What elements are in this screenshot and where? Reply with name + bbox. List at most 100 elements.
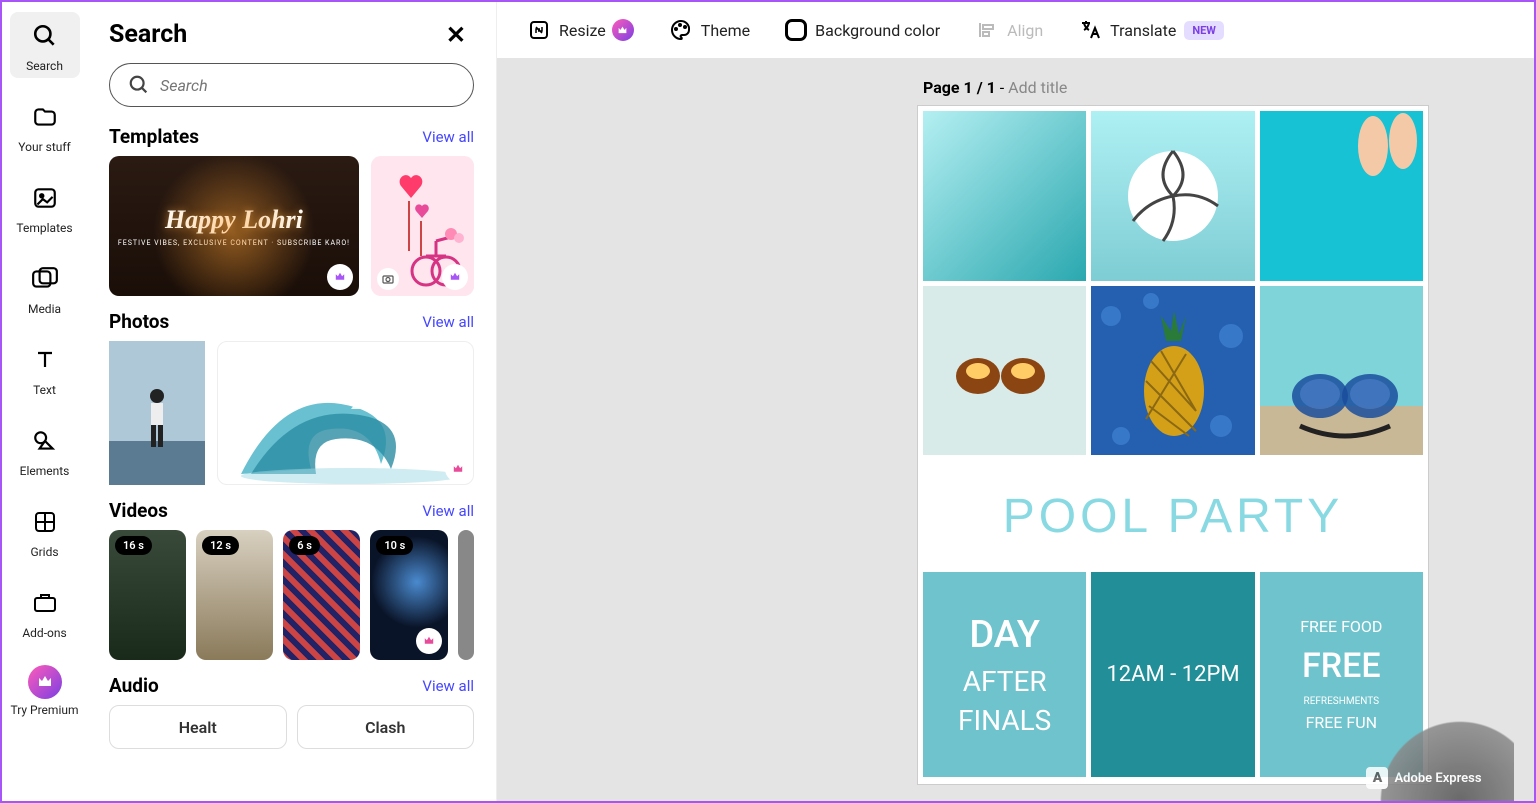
photos-heading: Photos [109, 310, 169, 333]
rail-media-label: Media [28, 302, 61, 316]
rail-grids[interactable]: Grids [10, 498, 80, 564]
resize-label: Resize [559, 21, 606, 40]
video-duration: 10 s [376, 536, 413, 555]
rail-elements-label: Elements [20, 464, 70, 478]
photo-card-skater[interactable] [109, 341, 205, 485]
elements-icon [26, 422, 64, 460]
rail-text-label: Text [33, 383, 56, 397]
poster-col-3[interactable]: FREE FOOD FREE REFRESHMENTS FREE FUN [1260, 572, 1423, 777]
photo-card-wave[interactable] [217, 341, 474, 485]
new-badge: NEW [1184, 21, 1224, 40]
page-title-placeholder: Add title [1008, 78, 1067, 97]
search-input-box[interactable] [109, 63, 474, 107]
rail-templates[interactable]: Templates [10, 174, 80, 240]
poster-col-2[interactable]: 12AM - 12PM [1091, 572, 1254, 777]
rail-premium-label: Try Premium [10, 703, 78, 717]
template-card-pink[interactable] [371, 156, 474, 296]
rail-premium[interactable]: Try Premium [10, 660, 80, 722]
addons-icon [26, 584, 64, 622]
translate-label: Translate [1110, 21, 1176, 40]
feet-illustration [1260, 111, 1423, 211]
templates-icon [26, 179, 64, 217]
grids-icon [26, 503, 64, 541]
video-card[interactable]: 12 s [196, 530, 273, 660]
text-icon [26, 341, 64, 379]
panel-title: Search [109, 20, 187, 49]
videos-view-all[interactable]: View all [422, 502, 474, 520]
media-icon [26, 260, 64, 298]
canvas-area: Resize Theme Background color Align Tran… [497, 2, 1534, 801]
align-label: Align [1007, 21, 1043, 40]
videos-heading: Videos [109, 499, 168, 522]
video-card[interactable] [458, 530, 475, 660]
premium-chip-icon [612, 19, 634, 41]
sunglasses-illustration [923, 286, 1086, 456]
templates-view-all[interactable]: View all [422, 128, 474, 146]
premium-icon [28, 665, 62, 699]
bgcolor-button[interactable]: Background color [785, 19, 940, 41]
grid-cell-6[interactable] [1260, 286, 1423, 456]
templates-heading: Templates [109, 125, 199, 148]
grid-cell-2[interactable] [1091, 111, 1254, 281]
video-card[interactable]: 16 s [109, 530, 186, 660]
translate-icon [1078, 18, 1102, 42]
poster-banner[interactable]: POOL PARTY [918, 460, 1428, 572]
video-duration: 12 s [202, 536, 239, 555]
video-card[interactable]: 6 s [283, 530, 360, 660]
resize-icon [527, 18, 551, 42]
poster-bottom: DAY AFTER FINALS 12AM - 12PM FREE FOOD F… [918, 572, 1428, 782]
bgcolor-label: Background color [815, 21, 940, 40]
align-button[interactable]: Align [975, 18, 1043, 42]
theme-button[interactable]: Theme [669, 18, 750, 42]
video-duration: 16 s [115, 536, 152, 555]
close-icon[interactable]: ✕ [446, 21, 466, 49]
poster-col-1[interactable]: DAY AFTER FINALS [923, 572, 1086, 777]
page-label[interactable]: Page 1 / 1 - Add title [923, 78, 1534, 97]
audio-label: Clash [365, 718, 405, 737]
theme-label: Theme [701, 21, 750, 40]
audio-view-all[interactable]: View all [422, 677, 474, 695]
grid-cell-3[interactable] [1260, 111, 1423, 281]
translate-button[interactable]: Translate NEW [1078, 18, 1224, 42]
photos-section: Photos View all [87, 310, 496, 499]
photo-grid [918, 106, 1428, 460]
video-card[interactable]: 10 s [370, 530, 447, 660]
audio-heading: Audio [109, 674, 159, 697]
audio-card[interactable]: Clash [297, 705, 475, 749]
grid-cell-4[interactable] [923, 286, 1086, 456]
premium-badge-icon [442, 264, 468, 290]
rail-your-stuff-label: Your stuff [18, 140, 70, 154]
pineapple-illustration [1091, 286, 1254, 456]
grid-cell-1[interactable] [923, 111, 1086, 281]
search-panel: Search ✕ Templates View all Happy Lohri … [87, 2, 497, 801]
template-card-lohri[interactable]: Happy Lohri FESTIVE VIBES, EXCLUSIVE CON… [109, 156, 359, 296]
audio-label: Healt [179, 718, 217, 737]
volleyball-icon [1123, 146, 1223, 246]
camera-icon [377, 268, 399, 290]
resize-button[interactable]: Resize [527, 18, 634, 42]
toolbar: Resize Theme Background color Align Tran… [497, 2, 1534, 58]
search-input[interactable] [160, 76, 455, 95]
grid-cell-5[interactable] [1091, 286, 1254, 456]
rail-elements[interactable]: Elements [10, 417, 80, 483]
premium-badge-icon [416, 628, 442, 654]
poster-canvas[interactable]: POOL PARTY DAY AFTER FINALS 12AM - 12PM … [917, 105, 1429, 785]
rail-search[interactable]: Search [10, 12, 80, 78]
theme-icon [669, 18, 693, 42]
rail-addons[interactable]: Add-ons [10, 579, 80, 645]
rail-search-label: Search [26, 59, 63, 73]
align-icon [975, 18, 999, 42]
rail-media[interactable]: Media [10, 255, 80, 321]
page-wrap: Page 1 / 1 - Add title [497, 58, 1534, 801]
photos-view-all[interactable]: View all [422, 313, 474, 331]
goggles-illustration [1260, 286, 1423, 456]
search-field-icon [128, 74, 150, 96]
audio-card[interactable]: Healt [109, 705, 287, 749]
rail-text[interactable]: Text [10, 336, 80, 402]
templates-section: Templates View all Happy Lohri FESTIVE V… [87, 125, 496, 310]
left-rail: Search Your stuff Templates Media Text E… [2, 2, 87, 801]
video-duration: 6 s [289, 536, 320, 555]
audio-section: Audio View all Healt Clash [87, 674, 496, 763]
videos-section: Videos View all 16 s 12 s 6 s 10 s [87, 499, 496, 674]
rail-your-stuff[interactable]: Your stuff [10, 93, 80, 159]
